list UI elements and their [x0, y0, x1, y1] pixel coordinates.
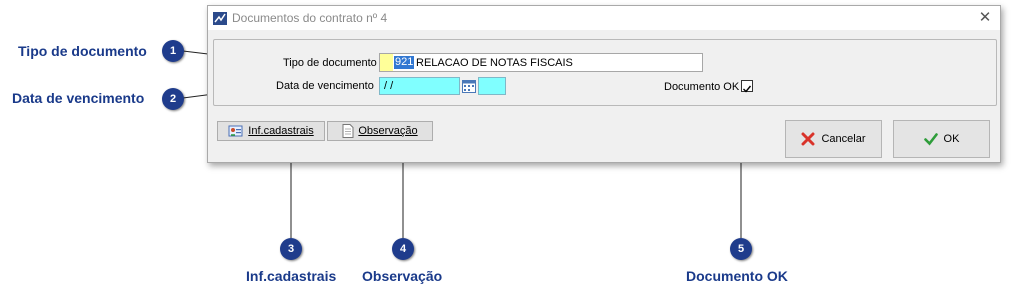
check-icon	[743, 85, 752, 93]
documento-ok-label: Documento OK	[664, 81, 740, 93]
calendar-icon[interactable]	[462, 79, 476, 93]
callout-4-label: Observação	[362, 268, 443, 284]
cancelar-button[interactable]: Cancelar	[785, 120, 882, 158]
close-icon[interactable]: ✕	[974, 8, 996, 28]
documento-ok-checkbox[interactable]	[741, 80, 753, 93]
title-bar: Documentos do contrato nº 4 ✕	[208, 6, 1000, 30]
data-vencimento-input[interactable]: / /	[379, 77, 460, 95]
callout-3-badge: 3	[280, 238, 302, 260]
inf-cadastrais-button[interactable]: Inf.cadastrais	[217, 121, 325, 141]
tipo-documento-label: Tipo de documento	[283, 57, 377, 69]
ok-check-icon	[923, 133, 938, 146]
callout-2-badge: 2	[162, 88, 184, 110]
cancel-x-icon	[801, 132, 815, 146]
callout-4-badge: 4	[392, 238, 414, 260]
ok-button[interactable]: OK	[893, 120, 990, 158]
callout-3-label: Inf.cadastrais	[246, 268, 337, 284]
document-icon	[342, 124, 354, 138]
data-vencimento-label: Data de vencimento	[276, 80, 374, 92]
observacao-label: Observação	[358, 125, 418, 137]
callout-5-label: Documento OK	[686, 268, 788, 284]
callout-2-label: Data de vencimento	[12, 90, 145, 106]
document-group	[213, 39, 997, 106]
window-title: Documentos do contrato nº 4	[232, 11, 388, 25]
tipo-description: RELACAO DE NOTAS FISCAIS	[416, 57, 573, 69]
tipo-documento-field[interactable]: 921 RELACAO DE NOTAS FISCAIS	[379, 53, 703, 72]
observacao-button[interactable]: Observação	[327, 121, 433, 141]
app-icon	[213, 12, 227, 25]
tipo-code-prefix	[380, 54, 393, 71]
ok-label: OK	[943, 133, 960, 145]
callout-1-label: Tipo de documento	[18, 43, 147, 59]
id-card-icon	[228, 125, 243, 137]
documentos-dialog: Documentos do contrato nº 4 ✕ Tipo de do…	[207, 5, 1001, 163]
callout-5-badge: 5	[730, 238, 752, 260]
cancelar-label: Cancelar	[821, 133, 866, 145]
tipo-code-selected[interactable]: 921	[394, 56, 415, 69]
data-vencimento-extra-field[interactable]	[478, 77, 506, 95]
callout-1-badge: 1	[162, 40, 184, 62]
inf-cadastrais-label: Inf.cadastrais	[248, 125, 314, 137]
